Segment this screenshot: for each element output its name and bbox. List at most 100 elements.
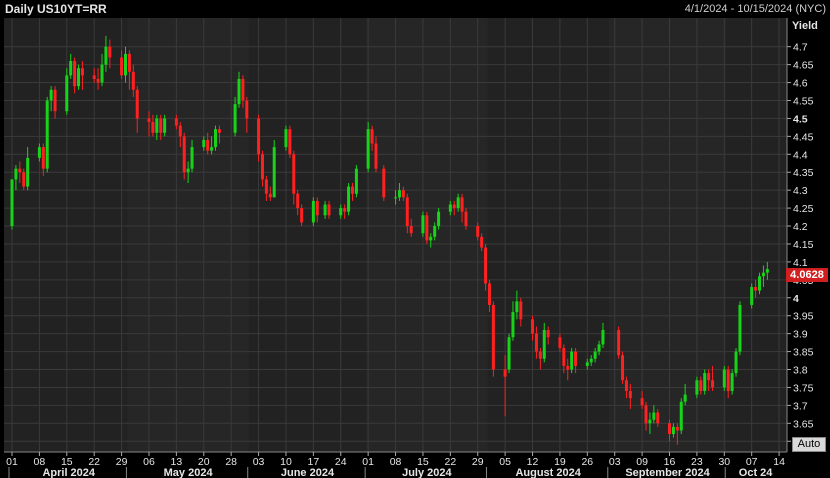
y-axis: Yield 3.63.653.73.753.83.853.93.9544.054… (786, 18, 818, 452)
candle-down (546, 330, 550, 338)
candle-down (574, 351, 578, 366)
y-tick-label: 4.35 (793, 167, 814, 179)
candle-down (159, 118, 163, 133)
candle-up (237, 78, 241, 105)
candle-up (69, 61, 73, 76)
candle-up (123, 53, 127, 76)
y-tick-label: 4.2 (793, 221, 808, 233)
candle-down (726, 369, 730, 392)
candle-down (241, 78, 245, 101)
month-label: May 2024 (164, 467, 214, 478)
candle-down (296, 193, 300, 209)
candle-down (257, 118, 261, 155)
candle-down (628, 391, 632, 399)
candle-down (41, 147, 45, 169)
candle-down (217, 129, 221, 133)
candle-down (147, 118, 151, 123)
candle-down (73, 61, 77, 87)
candle-up (738, 304, 742, 352)
candle-down (409, 226, 413, 234)
candle-up (186, 168, 190, 173)
candle-up (570, 351, 574, 370)
candle-down (711, 380, 715, 388)
candle-up (284, 129, 288, 148)
candle-down (382, 168, 386, 198)
candle-up (10, 179, 14, 227)
auto-scale-button[interactable]: Auto (792, 437, 826, 452)
candle-up (433, 226, 437, 237)
candle-up (233, 104, 237, 133)
y-tick-label: 3.8 (793, 365, 808, 377)
candle-down (640, 398, 644, 406)
candle-down (534, 333, 538, 352)
candle-up (26, 157, 30, 187)
candle-down (300, 208, 304, 223)
candle-up (421, 215, 425, 234)
candle-down (566, 365, 570, 370)
candle-up (593, 351, 597, 359)
candle-up (703, 373, 707, 392)
candle-down (268, 193, 272, 198)
x-tick-label: 14 (773, 456, 785, 468)
candle-up (515, 301, 519, 313)
y-tick-label: 4.6 (793, 78, 808, 90)
candlestick-chart[interactable]: Yield 3.63.653.73.753.83.853.93.9544.054… (0, 0, 830, 478)
month-label: July 2024 (402, 467, 452, 478)
candle-down (135, 89, 139, 119)
candle-up (163, 118, 167, 133)
candle-up (601, 330, 605, 345)
x-tick-label: 06 (143, 456, 155, 468)
candle-up (679, 401, 683, 431)
candle-down (425, 215, 429, 241)
candle-down (182, 136, 186, 173)
candle-down (327, 204, 331, 216)
candle-up (190, 147, 194, 169)
candle-up (347, 186, 351, 212)
month-label: September 2024 (625, 467, 710, 478)
candle-down (53, 89, 57, 112)
candle-down (460, 197, 464, 212)
candle-up (311, 200, 315, 223)
y-tick-label: 4.5 (793, 113, 808, 125)
candle-down (401, 190, 405, 198)
candle-down (699, 380, 703, 392)
candle-down (127, 53, 131, 72)
candle-down (292, 154, 296, 194)
y-tick-label: 3.9 (793, 329, 808, 341)
candle-down (92, 75, 96, 79)
candle-up (683, 394, 687, 402)
y-tick-label: 4.15 (793, 239, 814, 251)
y-tick-label: 3.75 (793, 382, 814, 394)
candle-down (484, 247, 488, 284)
candle-down (206, 139, 210, 151)
candle-down (621, 355, 625, 381)
candle-up (671, 426, 675, 435)
x-axis: 01 08 15 22 29 06 13 20 28 03 10 17 24 01 08 15 22 29 05 12… (4, 451, 787, 478)
y-tick-label: 4.45 (793, 131, 814, 143)
candle-down (131, 71, 135, 90)
y-tick-label: 4.55 (793, 95, 814, 107)
month-label: August 2024 (515, 467, 581, 478)
candle-up (758, 276, 762, 291)
candle-up (202, 139, 206, 148)
candle-up (272, 147, 276, 198)
candle-up (589, 358, 593, 363)
grid-lines (4, 18, 787, 452)
candle-up (366, 129, 370, 169)
candle-down (617, 330, 621, 356)
candle-down (668, 423, 672, 435)
candle-up (597, 344, 601, 352)
candle-up (37, 147, 41, 158)
y-axis-label: Yield (792, 20, 818, 32)
x-tick-label: 03 (253, 456, 265, 468)
candle-up (214, 129, 218, 148)
candle-up (14, 168, 18, 180)
month-label: June 2024 (281, 467, 335, 478)
month-label: April 2024 (42, 467, 95, 478)
candle-down (151, 122, 155, 133)
candle-up (730, 373, 734, 392)
candle-down (405, 197, 409, 227)
candle-up (507, 337, 511, 370)
candle-up (652, 412, 656, 420)
candle-up (155, 118, 159, 133)
